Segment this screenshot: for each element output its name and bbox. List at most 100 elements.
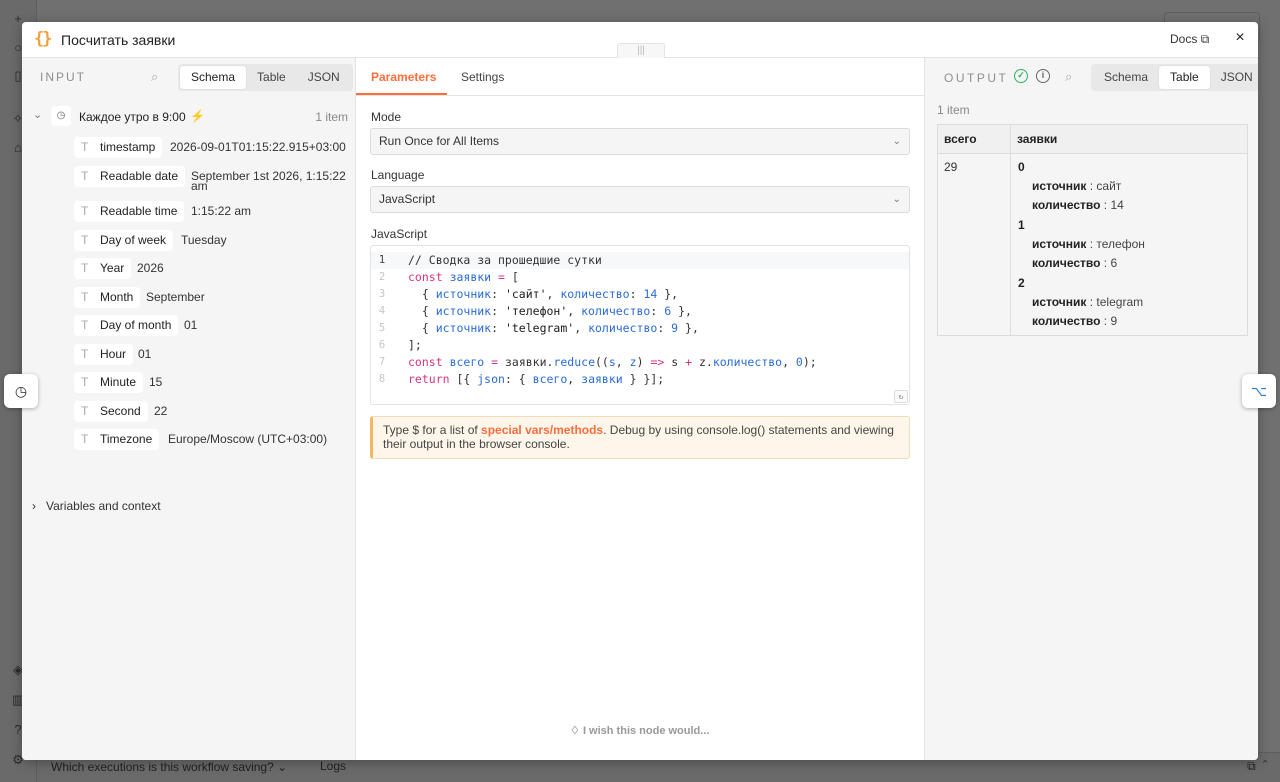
field-value: September <box>146 290 205 304</box>
branch-icon: ⌥ <box>1250 383 1268 399</box>
field-key[interactable]: T Hour <box>74 344 134 365</box>
input-label: INPUT <box>40 70 86 84</box>
code-editor[interactable]: 1// Сводка за прошедшие сутки 2 const зая… <box>370 245 910 405</box>
node-editor-modal: {} Посчитать заявки Docs ⧉ × ||| INPUT ⌕… <box>22 22 1258 760</box>
tab-settings[interactable]: Settings <box>461 70 504 84</box>
success-check-icon: ✓ <box>1014 69 1028 83</box>
clock-icon: ◷ <box>51 106 71 126</box>
chevron-right-icon: › <box>32 499 36 513</box>
output-view-json[interactable]: JSON <box>1210 66 1258 89</box>
output-view-schema[interactable]: Schema <box>1093 66 1159 89</box>
lightbulb-icon: ♢ <box>570 725 580 737</box>
clock-icon: ◷ <box>14 383 28 399</box>
item-index: 1 <box>1018 218 1025 232</box>
input-view-table[interactable]: Table <box>246 66 297 89</box>
code-line: 8 return [{ json: { всего, заявки } }]; <box>378 372 665 386</box>
field-value: 1:15:22 am <box>191 204 252 218</box>
field-key[interactable]: T Second <box>74 401 148 422</box>
chevron-down-icon[interactable]: ⌄ <box>33 108 42 121</box>
next-node-button[interactable]: ⌥ <box>1242 374 1276 408</box>
tab-parameters[interactable]: Parameters <box>371 70 436 84</box>
schema-field[interactable]: T Hour 01 <box>74 344 354 366</box>
external-link-icon: ⧉ <box>1200 32 1210 46</box>
feedback-link[interactable]: ♢ I wish this node would... <box>570 724 709 737</box>
code-line: 6]; <box>378 338 422 352</box>
field-value: Europe/Moscow (UTC+03:00) <box>168 432 328 446</box>
schema-field[interactable]: T Second 22 <box>74 401 354 423</box>
info-icon[interactable]: i <box>1036 69 1050 83</box>
string-type-icon: T <box>81 169 89 183</box>
code-node-icon: {} <box>34 29 53 49</box>
field-key[interactable]: Ttimestamp <box>74 137 163 158</box>
schema-field[interactable]: T Day of month 01 <box>74 315 354 337</box>
schema-field[interactable]: T Minute 15 <box>74 372 354 394</box>
code-line: 1// Сводка за прошедшие сутки <box>371 252 909 269</box>
field-key[interactable]: T Month <box>74 287 141 308</box>
docs-link[interactable]: Docs ⧉ <box>1170 32 1209 47</box>
field-value: September 1st 2026, 1:15:22 <box>191 169 346 183</box>
output-label: OUTPUT <box>944 71 1009 85</box>
field-key[interactable]: T Timezone <box>74 429 160 450</box>
output-item-count: 1 item <box>937 103 970 117</box>
item-field: количество : 6 <box>1032 256 1118 270</box>
string-type-icon: T <box>81 233 89 247</box>
search-icon[interactable]: ⌕ <box>151 69 158 85</box>
logs-label[interactable]: Logs <box>320 759 346 773</box>
item-field: источник : telegram <box>1032 295 1144 309</box>
chevron-down-icon: ⌄ <box>892 136 901 147</box>
input-view-switcher: Schema Table JSON <box>178 64 353 91</box>
node-title[interactable]: Посчитать заявки <box>61 32 175 48</box>
schema-field[interactable]: T Timezone Europe/Moscow (UTC+03:00) <box>74 429 354 451</box>
field-value: 01 <box>138 347 152 361</box>
expand-editor-icon[interactable]: ↻ <box>894 390 908 403</box>
field-key[interactable]: T Minute <box>74 372 144 393</box>
string-type-icon: T <box>81 290 89 304</box>
input-view-json[interactable]: JSON <box>297 66 351 89</box>
special-vars-link[interactable]: special vars/methods <box>481 423 603 437</box>
column-header[interactable]: всего <box>938 125 1010 154</box>
previous-node-button[interactable]: ◷ <box>4 374 38 408</box>
string-type-icon: T <box>81 347 89 361</box>
chevron-down-icon: ⌄ <box>892 194 901 205</box>
code-line: 2 const заявки = [ <box>378 270 519 284</box>
schema-field[interactable]: Ttimestamp 2026-09-01T01:15:22.915+03:00 <box>74 137 354 159</box>
code-line: 7 const всего = заявки.reduce((s, z) => s… <box>378 355 817 369</box>
string-type-icon: T <box>81 375 89 389</box>
language-select[interactable]: JavaScript ⌄ <box>370 186 910 213</box>
search-icon[interactable]: ⌕ <box>1065 69 1072 85</box>
field-key[interactable]: T Year <box>74 258 132 279</box>
item-index: 0 <box>1018 160 1025 174</box>
field-value: 2026 <box>137 261 164 275</box>
field-value: Tuesday <box>181 233 227 247</box>
output-view-table[interactable]: Table <box>1159 66 1210 89</box>
schema-field[interactable]: T Readable date September 1st 2026, 1:15:… <box>74 166 354 192</box>
code-line: 5 { источник: 'telegram', количество: 9 … <box>378 321 699 335</box>
variables-context-toggle[interactable]: › Variables and context <box>32 499 161 513</box>
schema-field[interactable]: T Readable time 1:15:22 am <box>74 201 354 223</box>
close-button[interactable]: × <box>1232 29 1248 47</box>
input-panel: INPUT ⌕ Schema Table JSON ⌄ ◷ Каждое утр… <box>22 58 356 760</box>
string-type-icon: T <box>81 318 89 332</box>
schema-field[interactable]: T Day of week Tuesday <box>74 230 354 252</box>
item-field: количество : 9 <box>1032 314 1118 328</box>
code-hint-notice: Type $ for a list of special vars/method… <box>370 416 910 459</box>
field-key[interactable]: T Day of week <box>74 230 174 251</box>
field-value-continued: am <box>191 179 208 193</box>
input-view-schema[interactable]: Schema <box>180 66 247 89</box>
params-tabs: Parameters Settings <box>356 58 924 96</box>
field-key[interactable]: T Day of month <box>74 315 179 336</box>
schema-field[interactable]: T Year 2026 <box>74 258 354 280</box>
field-key[interactable]: T Readable date <box>74 166 186 187</box>
field-key[interactable]: T Readable time <box>74 201 185 222</box>
executions-select[interactable]: Which executions is this workflow saving… <box>51 760 287 774</box>
string-type-icon: T <box>81 140 89 154</box>
parameters-panel: Parameters Settings Mode Run Once for Al… <box>356 58 924 760</box>
trigger-node-row[interactable]: ⌄ ◷ Каждое утро в 9:00 ⚡ 1 item <box>22 106 356 128</box>
item-index: 2 <box>1018 276 1025 290</box>
mode-select[interactable]: Run Once for All Items ⌄ <box>370 128 910 155</box>
drag-handle-icon[interactable]: ||| <box>617 43 665 59</box>
schema-field[interactable]: T Month September <box>74 287 354 309</box>
column-header[interactable]: заявки <box>1011 125 1247 154</box>
string-type-icon: T <box>81 432 89 446</box>
logs-controls[interactable]: ⧉ ⌃ <box>1247 759 1268 774</box>
